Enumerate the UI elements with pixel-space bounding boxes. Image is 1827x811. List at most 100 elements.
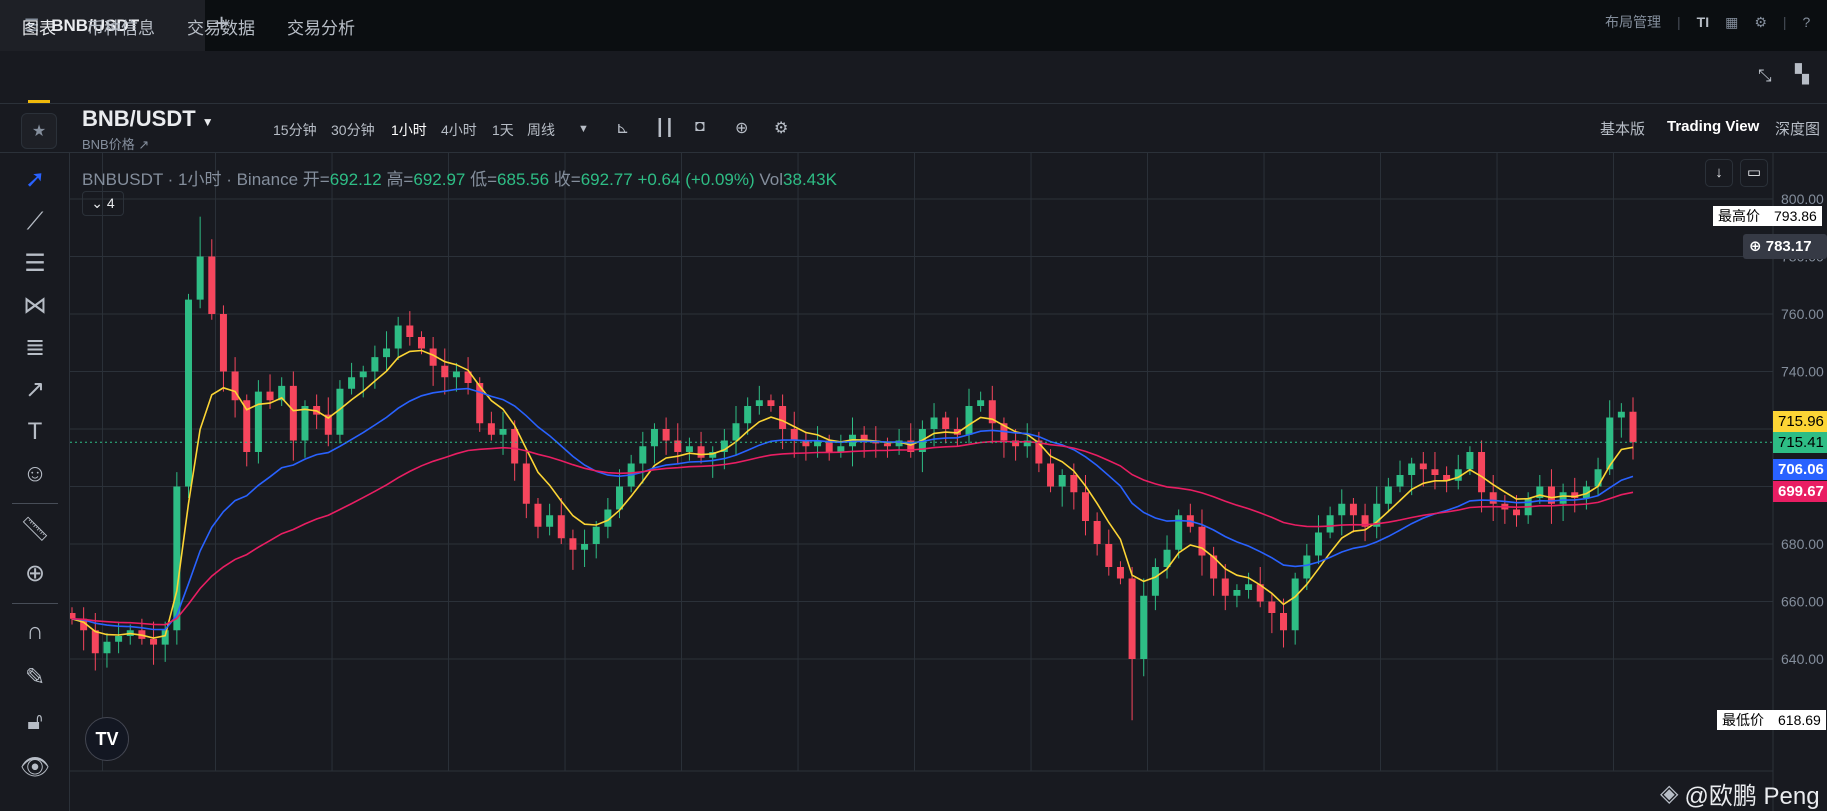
candle-body [1629,411,1637,443]
candle-body [1047,463,1055,487]
ma-fast-label: 715.96 [1773,411,1827,432]
candle-body [697,446,705,458]
crosshair-price-label[interactable]: ⊕ 783.17 [1743,234,1827,259]
top-right-tools: 布局管理 | TI ▦ ⚙ | ? [1605,12,1811,32]
ohlc-legend: BNBUSDT · 1小时 · Binance 开=692.12 高=692.9… [82,170,837,189]
collapse-icon[interactable]: ⤡ [1758,66,1772,86]
trend-line-icon[interactable]: ⟋ [16,205,54,239]
candle-body [1140,595,1148,659]
candle-body [383,348,391,358]
legend-title: BNBUSDT · 1小时 · Binance [82,170,299,189]
text-icon[interactable]: T [16,415,54,449]
candle-body [569,538,577,550]
y-tick-label: 660.00 [1781,594,1824,610]
candle-body [103,641,111,654]
candle-body [1478,452,1486,493]
plus-circle-icon: ⊕ [1749,238,1762,255]
candle-body [1559,492,1567,504]
symbol-selector[interactable]: BNB/USDT ▼ [82,106,214,132]
candle-body [930,417,938,429]
gear-icon[interactable]: ⚙ [1754,14,1767,31]
tradingview-icon[interactable]: TI [1697,14,1709,30]
candle-body [1151,567,1159,596]
zoom-in-icon[interactable]: ⊕ [16,557,54,591]
price-chart[interactable]: 640.00660.00680.00700.00720.00740.00760.… [70,153,1827,811]
candle-body [1291,578,1299,631]
interval-1d[interactable]: 1天 [492,120,514,140]
view-depth[interactable]: 深度图 [1775,118,1820,139]
ma-mid-label: 706.06 [1773,459,1827,480]
y-tick-label: 640.00 [1781,651,1824,667]
ruler-icon[interactable]: 📏︎ [16,513,54,547]
candle-body [452,371,460,378]
candle-body [965,406,973,435]
interval-15m[interactable]: 15分钟 [273,120,317,140]
candle-body [417,337,425,349]
caret-down-icon: ▼ [201,115,214,129]
tab-trade-analysis[interactable]: 交易分析 [287,14,355,39]
widgets-icon[interactable]: ▚ [1795,64,1809,85]
tab-coin-info[interactable]: 币种信息 [87,14,155,39]
symbol-price-link[interactable]: BNB价格 ↗ [82,134,149,153]
candle-body [487,423,495,435]
tab-chart[interactable]: 图表 [22,14,56,39]
candle-body [977,400,985,406]
legend-low: 685.56 [497,170,550,189]
candle-type-icon[interactable]: ┃┃ [655,118,674,138]
fullscreen-button[interactable]: ▭ [1740,159,1768,187]
favorite-star-button[interactable]: ★ [21,113,57,149]
candle-body [289,385,297,441]
camera-icon[interactable]: ◘ [695,118,705,136]
view-basic[interactable]: 基本版 [1600,118,1645,139]
candle-body [394,325,402,349]
candle-body [685,446,693,452]
candle-body [650,429,658,447]
legend-volume: 38.43K [783,170,837,189]
pattern-icon[interactable]: ⋈ [16,289,54,323]
horizontal-lines-icon[interactable]: ☰ [16,247,54,281]
candle-body [301,406,309,441]
candle-body [1268,601,1276,613]
emoji-icon[interactable]: ☺ [16,457,54,491]
magnet-icon[interactable]: ∩ [16,615,54,649]
interval-week[interactable]: 周线 [527,120,555,140]
lock-icon[interactable]: 🔓︎ [16,705,54,739]
arrow-icon[interactable]: ↗ [16,373,54,407]
candle-body [522,463,530,504]
more-intervals-icon[interactable]: ▼ [578,123,589,135]
help-icon[interactable]: ? [1803,14,1811,30]
scroll-to-latest-button[interactable]: ↓ [1705,159,1733,187]
tradingview-logo[interactable]: TV [85,717,129,761]
candle-body [1513,509,1521,516]
view-tradingview[interactable]: Trading View [1667,118,1759,135]
interval-1h[interactable]: 1小时 [391,120,427,140]
indicators-icon[interactable]: ⊾ [616,118,629,138]
interval-4h[interactable]: 4小时 [441,120,477,140]
divider [12,503,58,504]
lock-drawing-icon[interactable]: ✎ [16,661,54,695]
active-tab-indicator [28,100,50,103]
candle-body [744,406,752,424]
layout-manager-button[interactable]: 布局管理 [1605,12,1661,32]
last-price-label: 715.41 [1773,432,1827,453]
interval-30m[interactable]: 30分钟 [331,120,375,140]
plus-circle-icon[interactable]: ⊕ [735,118,748,138]
candle-body [1198,526,1206,556]
grid-layout-icon[interactable]: ▦ [1725,14,1738,31]
settings-icon[interactable]: ⚙ [774,118,788,138]
candle-body [1489,492,1497,504]
eye-icon[interactable]: 👁︎ [16,751,54,785]
candle-body [184,299,192,487]
cursor-icon[interactable]: ➚ [16,163,54,197]
fib-icon[interactable]: ≣ [16,331,54,365]
candle-body [406,325,414,337]
candle-body [208,256,216,314]
candle-body [1384,486,1392,504]
candle-body [1466,452,1474,470]
candle-body [767,400,775,406]
candle-body [1419,463,1427,470]
watermark: ◈ @欧鹏 Peng [1660,780,1820,810]
candle-body [499,429,507,435]
indicator-toggle[interactable]: ⌄ 4 [82,191,124,216]
tab-trade-data[interactable]: 交易数据 [187,14,255,39]
